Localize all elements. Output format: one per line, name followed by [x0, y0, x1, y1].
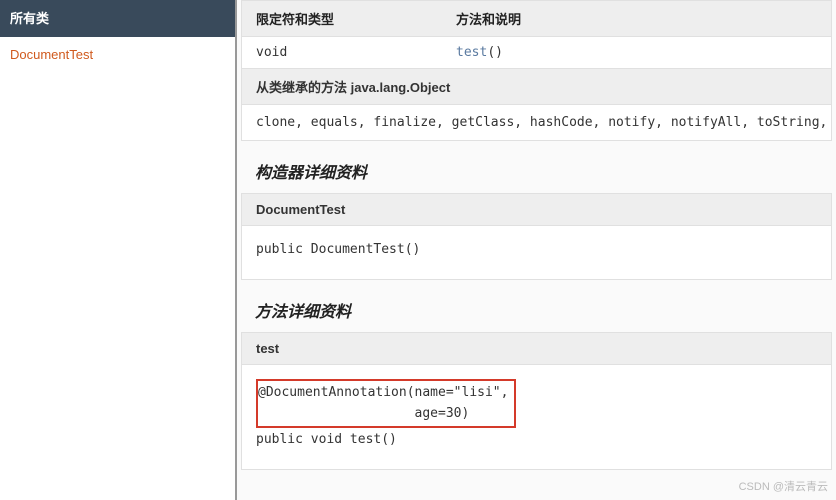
method-detail-block: test @DocumentAnnotation(name="lisi", ag… — [241, 332, 832, 470]
inherited-title: 从类继承的方法 java.lang.Object — [242, 69, 831, 104]
sidebar: 所有类 DocumentTest — [0, 0, 237, 500]
annotation-line-1: @DocumentAnnotation(name="lisi", — [258, 383, 508, 404]
constructor-detail-block: DocumentTest public DocumentTest() — [241, 193, 832, 280]
sidebar-title: 所有类 — [0, 0, 235, 37]
watermark: CSDN @清云青云 — [739, 478, 828, 494]
method-link-test[interactable]: test — [456, 45, 487, 60]
method-summary-table: 限定符和类型 方法和说明 void test() 从类继承的方法 java.la… — [241, 0, 832, 141]
method-signature: public void test() — [256, 430, 817, 451]
sidebar-link-documenttest[interactable]: DocumentTest — [0, 37, 235, 72]
method-parens: () — [487, 45, 503, 60]
table-row: void test() — [242, 37, 831, 69]
constructor-signature: public DocumentTest() — [242, 226, 831, 279]
inherited-header: 从类继承的方法 java.lang.Object — [242, 69, 831, 105]
annotation-line-2: age=30) — [258, 404, 508, 425]
cell-return-type: void — [242, 37, 442, 68]
method-detail-name: test — [242, 333, 831, 365]
table-header-row: 限定符和类型 方法和说明 — [242, 1, 831, 37]
constructor-name: DocumentTest — [242, 194, 831, 226]
method-detail-title: 方法详细资料 — [255, 298, 832, 322]
col-header-modifier: 限定符和类型 — [242, 1, 442, 36]
main-content: 限定符和类型 方法和说明 void test() 从类继承的方法 java.la… — [237, 0, 836, 500]
cell-method-link: test() — [442, 37, 831, 68]
constructor-detail-title: 构造器详细资料 — [255, 159, 832, 183]
annotation-highlight-box: @DocumentAnnotation(name="lisi", age=30) — [256, 379, 516, 429]
col-header-method: 方法和说明 — [442, 1, 831, 36]
inherited-methods-list: clone, equals, finalize, getClass, hashC… — [242, 105, 831, 140]
